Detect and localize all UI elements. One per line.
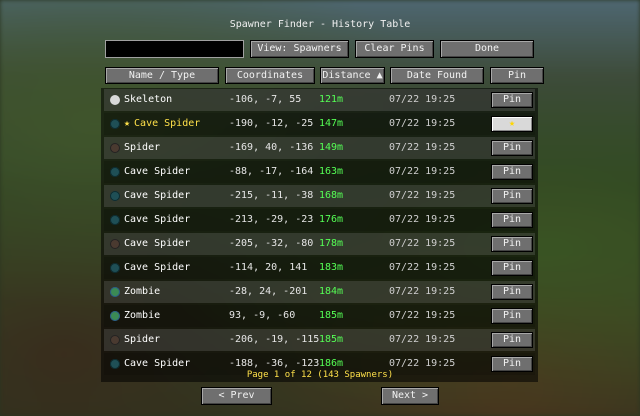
spawner-distance: 176m bbox=[319, 214, 344, 225]
spawner-distance: 183m bbox=[319, 262, 344, 273]
prev-page-button[interactable]: < Prev bbox=[201, 387, 272, 405]
spawner-distance: 147m bbox=[319, 118, 344, 129]
spawner-date-found: 07/22 19:25 bbox=[389, 238, 456, 249]
table-row[interactable]: Zombie 93, -9, -60 185m 07/22 19:25 Pin bbox=[104, 305, 535, 327]
spawner-coordinates: -114, 20, 141 bbox=[229, 262, 308, 273]
spawner-coordinates: -169, 40, -136 bbox=[229, 142, 314, 153]
spawner-distance: 149m bbox=[319, 142, 344, 153]
done-button[interactable]: Done bbox=[440, 40, 534, 58]
spider-icon bbox=[110, 239, 120, 249]
screen-title: Spawner Finder - History Table bbox=[229, 19, 411, 30]
spawner-name: Cave Spider bbox=[124, 262, 191, 273]
spawner-coordinates: -205, -32, -80 bbox=[229, 238, 314, 249]
spawner-distance: 184m bbox=[319, 286, 344, 297]
spawner-name: Skeleton bbox=[124, 94, 173, 105]
spawner-name: ★ Cave Spider bbox=[124, 113, 200, 135]
zombie-icon bbox=[110, 311, 120, 321]
spawner-coordinates: -190, -12, -25 bbox=[229, 118, 314, 129]
spawner-date-found: 07/22 19:25 bbox=[389, 286, 456, 297]
spawner-coordinates: -206, -19, -115 bbox=[229, 334, 320, 345]
pin-button[interactable]: Pin bbox=[491, 92, 533, 108]
spawner-coordinates: -106, -7, 55 bbox=[229, 94, 302, 105]
next-page-button[interactable]: Next > bbox=[381, 387, 439, 405]
spawner-date-found: 07/22 19:25 bbox=[389, 214, 456, 225]
zombie-icon bbox=[110, 287, 120, 297]
column-header-coordinates[interactable]: Coordinates bbox=[225, 67, 315, 84]
spawner-name: Cave Spider bbox=[124, 190, 191, 201]
spawner-name: Cave Spider bbox=[124, 238, 191, 249]
clear-pins-button[interactable]: Clear Pins bbox=[355, 40, 434, 58]
spawner-distance: 121m bbox=[319, 94, 344, 105]
spawner-date-found: 07/22 19:25 bbox=[389, 142, 456, 153]
spawner-distance: 185m bbox=[319, 310, 344, 321]
table-row[interactable]: Cave Spider -205, -32, -80 178m 07/22 19:25… bbox=[104, 233, 535, 255]
cave-spider-icon bbox=[110, 215, 120, 225]
spawner-distance: 168m bbox=[319, 190, 344, 201]
table-row[interactable]: Cave Spider -215, -11, -38 168m 07/22 19:25… bbox=[104, 185, 535, 207]
spawner-date-found: 07/22 19:25 bbox=[389, 118, 456, 129]
cave-spider-icon bbox=[110, 263, 120, 273]
search-input[interactable] bbox=[105, 40, 244, 58]
table-row[interactable]: Spider -206, -19, -115 185m 07/22 19:25 Pin bbox=[104, 329, 535, 351]
spawner-name: Spider bbox=[124, 334, 161, 345]
spawner-date-found: 07/22 19:25 bbox=[389, 310, 456, 321]
column-header-distance[interactable]: Distance ▲ bbox=[320, 67, 385, 84]
spawner-coordinates: -215, -11, -38 bbox=[229, 190, 314, 201]
spawner-name: Spider bbox=[124, 142, 161, 153]
pinned-star-icon: ★ bbox=[124, 118, 131, 129]
column-header-date[interactable]: Date Found bbox=[390, 67, 484, 84]
table-row[interactable]: ★ Cave Spider -190, -12, -25 147m 07/22 19:2… bbox=[104, 113, 535, 135]
pin-button[interactable]: Pin bbox=[491, 236, 533, 252]
table-row[interactable]: Cave Spider -88, -17, -164 163m 07/22 19:25… bbox=[104, 161, 535, 183]
pin-button[interactable]: Pin bbox=[491, 164, 533, 180]
spawner-date-found: 07/22 19:25 bbox=[389, 94, 456, 105]
spawner-name: Cave Spider bbox=[124, 166, 191, 177]
spawner-coordinates: -213, -29, -23 bbox=[229, 214, 314, 225]
spawner-coordinates: 93, -9, -60 bbox=[229, 310, 296, 321]
table-row[interactable]: Skeleton -106, -7, 55 121m 07/22 19:25 Pin bbox=[104, 89, 535, 111]
view-toggle-button[interactable]: View: Spawners bbox=[250, 40, 349, 58]
pin-button[interactable]: Pin bbox=[491, 284, 533, 300]
cave-spider-icon bbox=[110, 359, 120, 369]
table-row[interactable]: Zombie -28, 24, -201 184m 07/22 19:25 Pin bbox=[104, 281, 535, 303]
spawner-distance: 163m bbox=[319, 166, 344, 177]
spawner-date-found: 07/22 19:25 bbox=[389, 262, 456, 273]
table-row[interactable]: Cave Spider -213, -29, -23 176m 07/22 19:25… bbox=[104, 209, 535, 231]
table-row[interactable]: Cave Spider -114, 20, 141 183m 07/22 19:25 P… bbox=[104, 257, 535, 279]
spawner-coordinates: -28, 24, -201 bbox=[229, 286, 308, 297]
spider-icon bbox=[110, 143, 120, 153]
spawner-date-found: 07/22 19:25 bbox=[389, 166, 456, 177]
spawner-distance: 178m bbox=[319, 238, 344, 249]
cave-spider-icon bbox=[110, 119, 120, 129]
column-header-pin[interactable]: Pin bbox=[490, 67, 544, 84]
page-status: Page 1 of 12 (143 Spawners) bbox=[246, 370, 394, 380]
spawner-name: Zombie bbox=[124, 310, 161, 321]
pin-button[interactable]: Pin bbox=[491, 332, 533, 348]
spawner-coordinates: -88, -17, -164 bbox=[229, 166, 314, 177]
table-row[interactable]: Spider -169, 40, -136 149m 07/22 19:25 Pin bbox=[104, 137, 535, 159]
cave-spider-icon bbox=[110, 191, 120, 201]
pin-button[interactable]: Pin bbox=[491, 260, 533, 276]
pin-button[interactable]: Pin bbox=[491, 308, 533, 324]
spider-icon bbox=[110, 335, 120, 345]
pin-button[interactable]: Pin bbox=[491, 188, 533, 204]
cave-spider-icon bbox=[110, 167, 120, 177]
spawner-date-found: 07/22 19:25 bbox=[389, 190, 456, 201]
column-header-name[interactable]: Name / Type bbox=[105, 67, 219, 84]
pin-button[interactable]: Pin bbox=[491, 212, 533, 228]
spawner-name: Zombie bbox=[124, 286, 161, 297]
pin-button[interactable]: ★ bbox=[491, 116, 533, 132]
pin-button[interactable]: Pin bbox=[491, 140, 533, 156]
spawner-distance: 185m bbox=[319, 334, 344, 345]
skeleton-icon bbox=[110, 95, 120, 105]
spawner-name: Cave Spider bbox=[124, 214, 191, 225]
spawner-name-text: Cave Spider bbox=[134, 118, 201, 129]
spawner-date-found: 07/22 19:25 bbox=[389, 334, 456, 345]
